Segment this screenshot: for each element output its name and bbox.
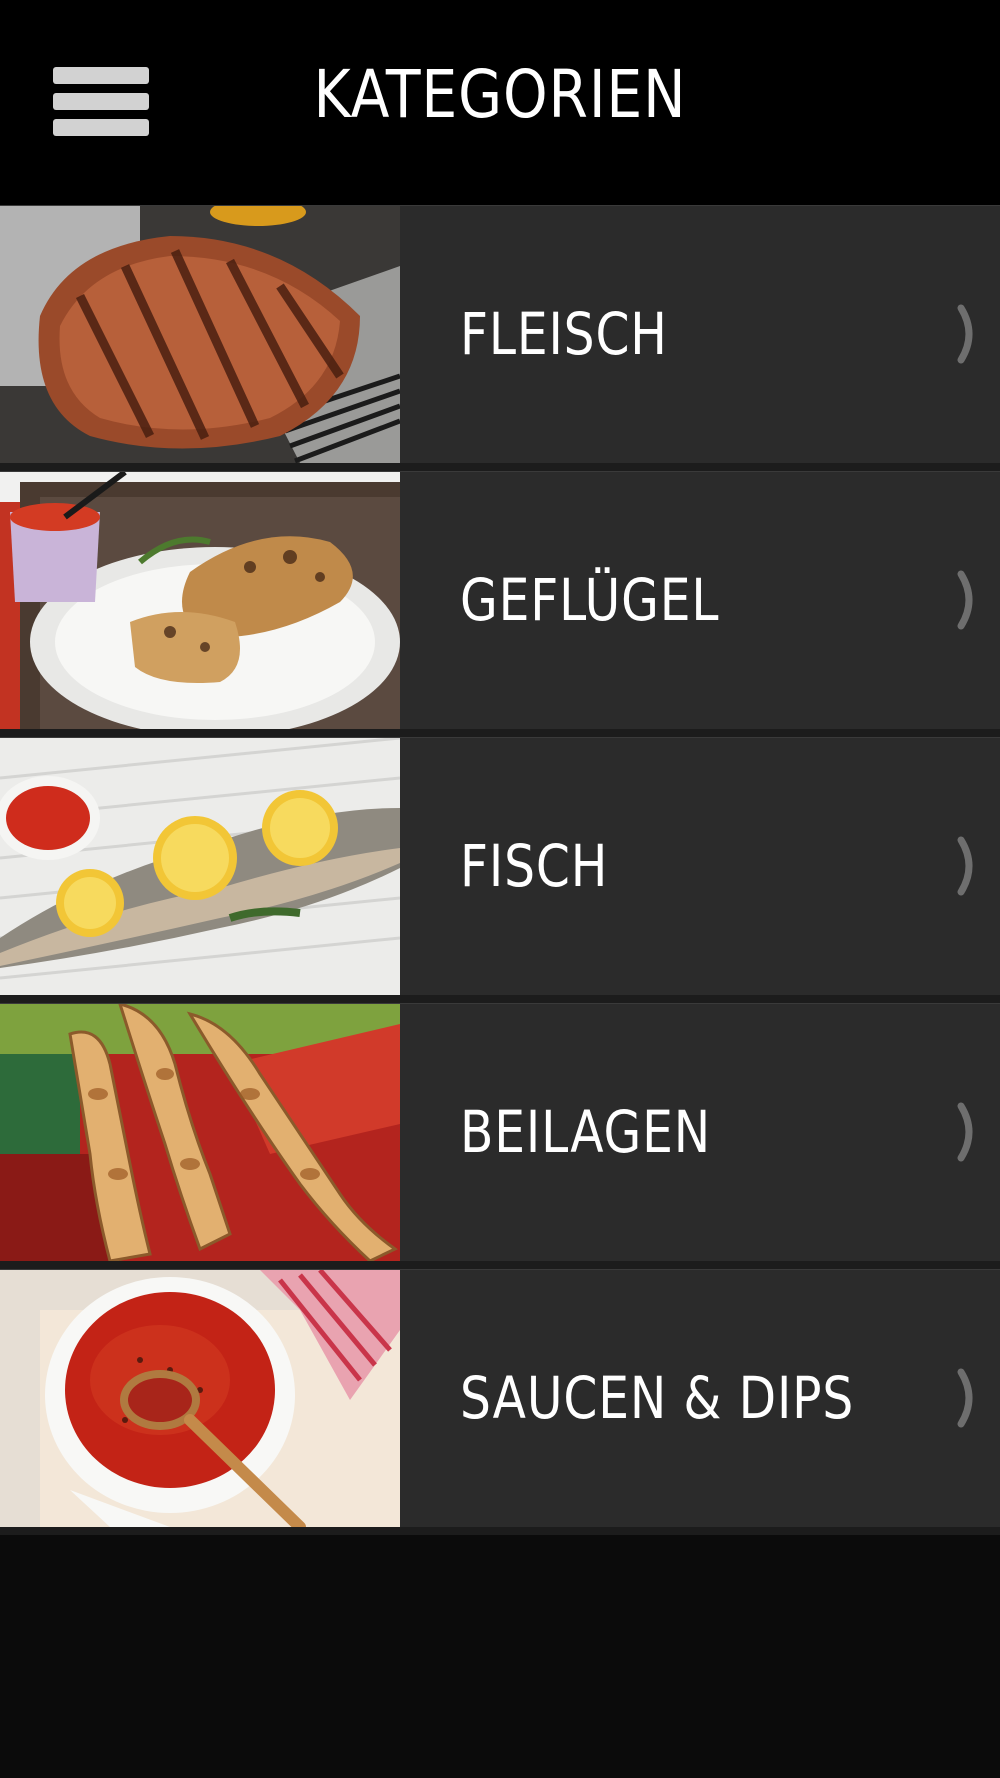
- category-row-gefluegel[interactable]: GEFLÜGEL: [0, 471, 1000, 737]
- chevron-right-icon: [957, 570, 973, 630]
- category-row-saucen-dips[interactable]: SAUCEN & DIPS: [0, 1269, 1000, 1535]
- empty-area: [0, 1535, 1000, 1778]
- category-row-beilagen[interactable]: BEILAGEN: [0, 1003, 1000, 1269]
- sauce-bowl-image: [0, 1270, 400, 1527]
- bread-sticks-image: [0, 1004, 400, 1261]
- fish-image: [0, 738, 400, 995]
- chevron-right-icon: [957, 836, 973, 896]
- category-row-fisch[interactable]: FISCH: [0, 737, 1000, 1003]
- chevron-right-icon: [957, 1102, 973, 1162]
- category-label: GEFLÜGEL: [460, 566, 720, 634]
- page-title: KATEGORIEN: [313, 56, 687, 133]
- category-label: SAUCEN & DIPS: [460, 1364, 855, 1432]
- steak-image: [0, 206, 400, 463]
- category-label: FISCH: [460, 832, 609, 900]
- category-row-fleisch[interactable]: FLEISCH: [0, 205, 1000, 471]
- category-label: FLEISCH: [460, 300, 668, 368]
- category-label: BEILAGEN: [460, 1098, 712, 1166]
- chicken-image: [0, 472, 400, 729]
- app-header: KATEGORIEN: [0, 0, 1000, 205]
- category-list: FLEISCH GEFLÜGEL FISCH BEILAGEN SAUCEN &…: [0, 205, 1000, 1535]
- chevron-right-icon: [957, 304, 973, 364]
- chevron-right-icon: [957, 1368, 973, 1428]
